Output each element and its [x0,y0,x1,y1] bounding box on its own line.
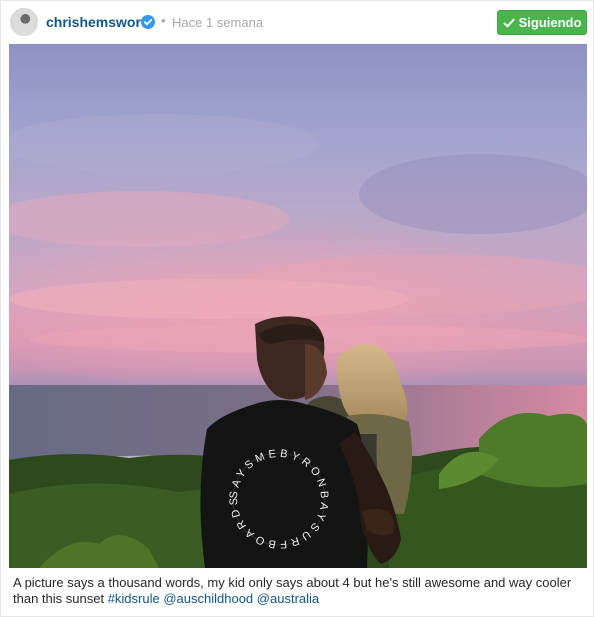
mention-auschildhood[interactable]: @auschildhood [163,591,253,606]
check-icon [503,18,515,27]
post-card: chrishemsworth • Hace 1 semana Siguiendo [0,0,594,617]
avatar[interactable] [10,8,38,36]
post-caption: A picture says a thousand words, my kid … [13,575,585,607]
following-button[interactable]: Siguiendo [497,10,587,35]
post-timestamp[interactable]: Hace 1 semana [172,15,263,30]
post-header: chrishemsworth • Hace 1 semana Siguiendo [1,1,594,43]
post-photo[interactable]: SAYSMEBYRONBAYSURFBOARDSBYRONB [9,44,587,568]
hashtag-kidsrule[interactable]: #kidsrule [108,591,160,606]
username-link[interactable]: chrishemsworth [46,14,154,30]
mention-australia[interactable]: @australia [257,591,319,606]
separator-dot: • [161,13,166,28]
sunset-photo: SAYSMEBYRONBAYSURFBOARDSBYRONB [9,44,587,568]
verified-badge-icon [141,15,155,29]
following-button-label: Siguiendo [518,15,582,30]
